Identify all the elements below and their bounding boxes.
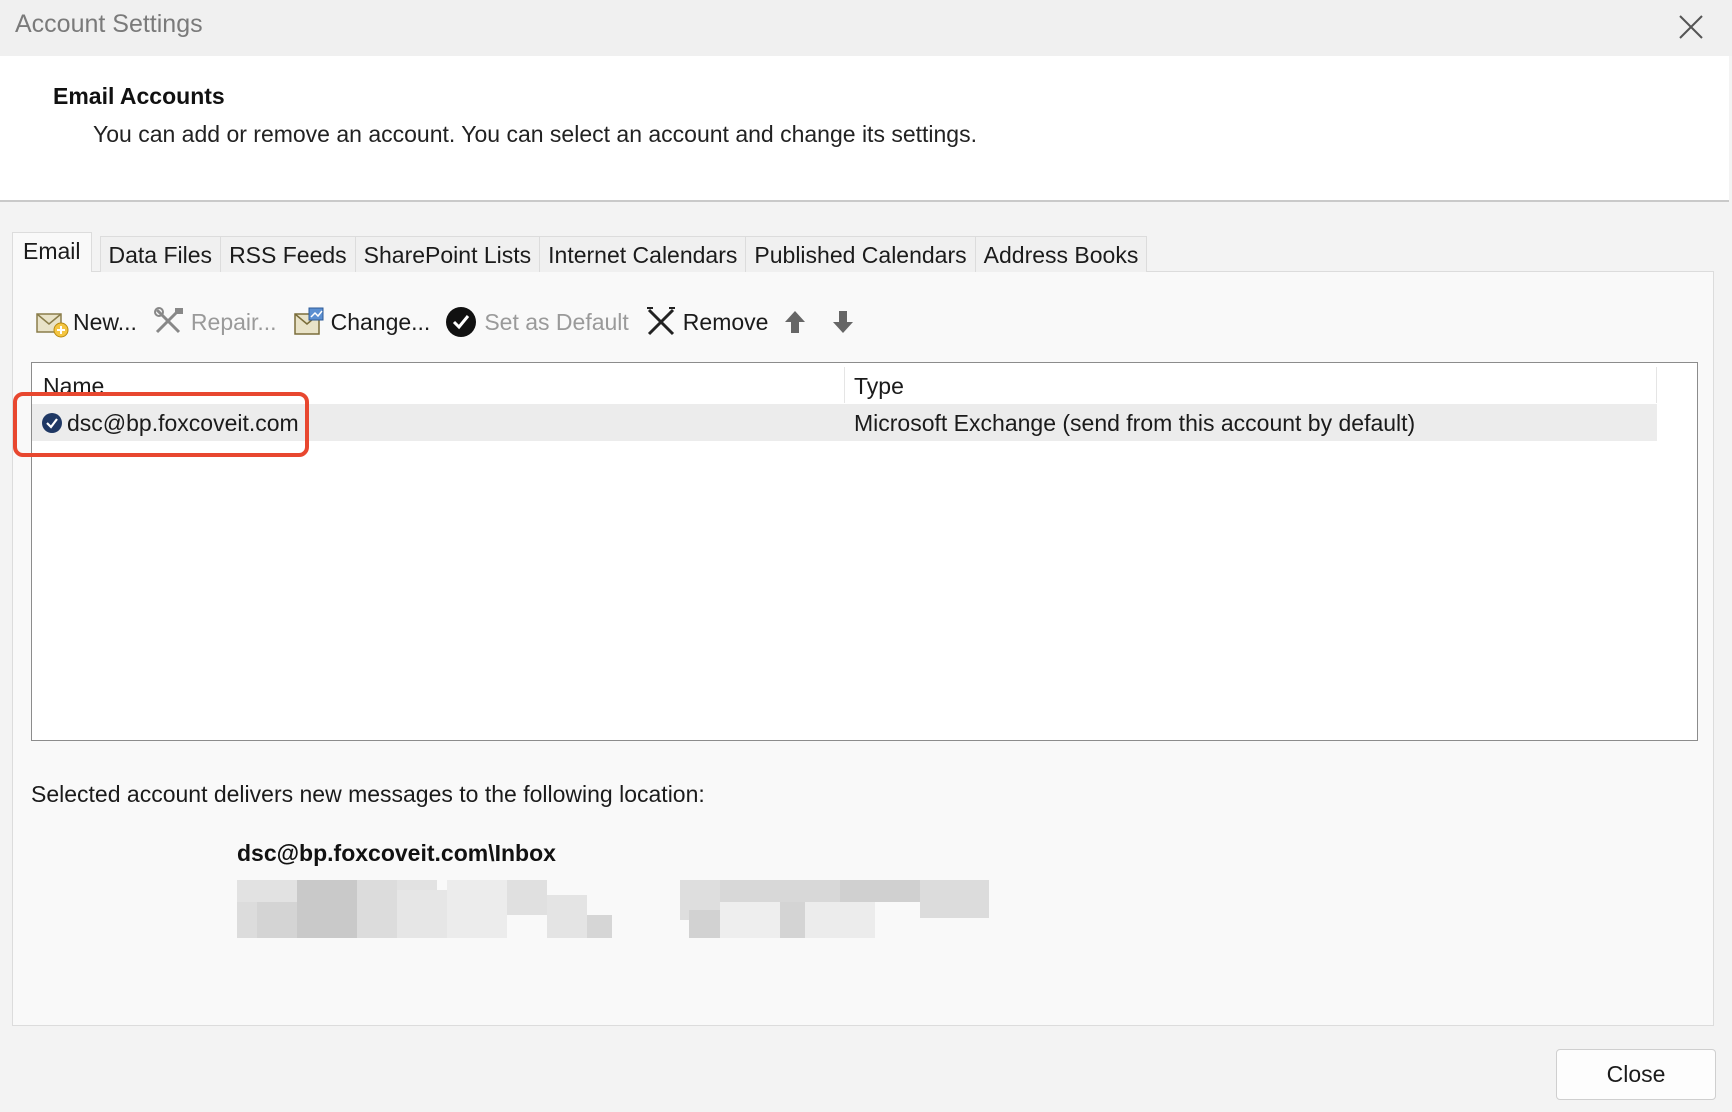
new-account-button[interactable]: New... — [33, 302, 137, 342]
set-as-default-button[interactable]: Set as Default — [444, 302, 629, 342]
change-account-label: Change... — [330, 308, 431, 335]
tab-strip: Email Data Files RSS Feeds SharePoint Li… — [12, 232, 1148, 272]
column-header-type[interactable]: Type — [854, 373, 904, 400]
tab-sharepoint-lists[interactable]: SharePoint Lists — [354, 236, 541, 272]
tab-internet-calendars[interactable]: Internet Calendars — [539, 236, 747, 272]
default-check-icon — [446, 307, 477, 337]
tab-data-files[interactable]: Data Files — [99, 236, 222, 272]
tab-rss-feeds[interactable]: RSS Feeds — [220, 236, 356, 272]
delivery-path: dsc@bp.foxcoveit.com\Inbox — [237, 840, 556, 866]
tab-email[interactable]: Email — [12, 232, 92, 272]
list-header: Name Type — [32, 363, 1657, 405]
new-mail-icon — [36, 313, 69, 338]
repair-button[interactable]: Repair... — [151, 302, 277, 342]
window-title: Account Settings — [15, 10, 203, 38]
delivery-label: Selected account delivers new messages t… — [31, 781, 705, 807]
account-row[interactable]: dsc@bp.foxcoveit.com Microsoft Exchange … — [32, 405, 1657, 441]
move-down-button[interactable] — [830, 302, 856, 342]
column-divider[interactable] — [844, 367, 845, 403]
repair-tools-icon — [153, 307, 183, 334]
remove-x-icon — [646, 307, 675, 336]
default-account-check-icon — [42, 413, 62, 433]
header-title: Email Accounts — [53, 83, 225, 109]
close-icon[interactable] — [1674, 10, 1708, 44]
arrow-up-icon — [785, 311, 806, 333]
remove-account-button[interactable]: Remove — [643, 302, 769, 342]
dialog-header: Email Accounts You can add or remove an … — [0, 56, 1729, 202]
accounts-list: Name Type dsc@bp.foxcoveit.com Microsoft… — [31, 362, 1698, 741]
title-bar: Account Settings — [0, 0, 1732, 56]
account-type: Microsoft Exchange (send from this accou… — [854, 410, 1416, 436]
column-divider[interactable] — [1656, 367, 1657, 403]
close-button[interactable]: Close — [1556, 1049, 1716, 1100]
change-account-button[interactable]: Change... — [291, 302, 431, 342]
tab-address-books[interactable]: Address Books — [974, 236, 1148, 272]
arrow-down-icon — [833, 311, 854, 333]
column-header-name[interactable]: Name — [43, 373, 104, 400]
set-as-default-label: Set as Default — [484, 308, 629, 335]
header-subtitle: You can add or remove an account. You ca… — [93, 121, 977, 147]
tab-published-calendars[interactable]: Published Calendars — [745, 236, 976, 272]
account-name: dsc@bp.foxcoveit.com — [67, 410, 299, 436]
change-settings-icon — [293, 307, 324, 335]
move-up-button[interactable] — [782, 302, 808, 342]
account-toolbar: New... Repair... Change... Set as Defaul… — [33, 302, 878, 342]
repair-label: Repair... — [190, 308, 277, 335]
new-account-label: New... — [73, 308, 137, 335]
remove-account-label: Remove — [682, 308, 769, 335]
redacted-data-file-path — [237, 880, 989, 938]
